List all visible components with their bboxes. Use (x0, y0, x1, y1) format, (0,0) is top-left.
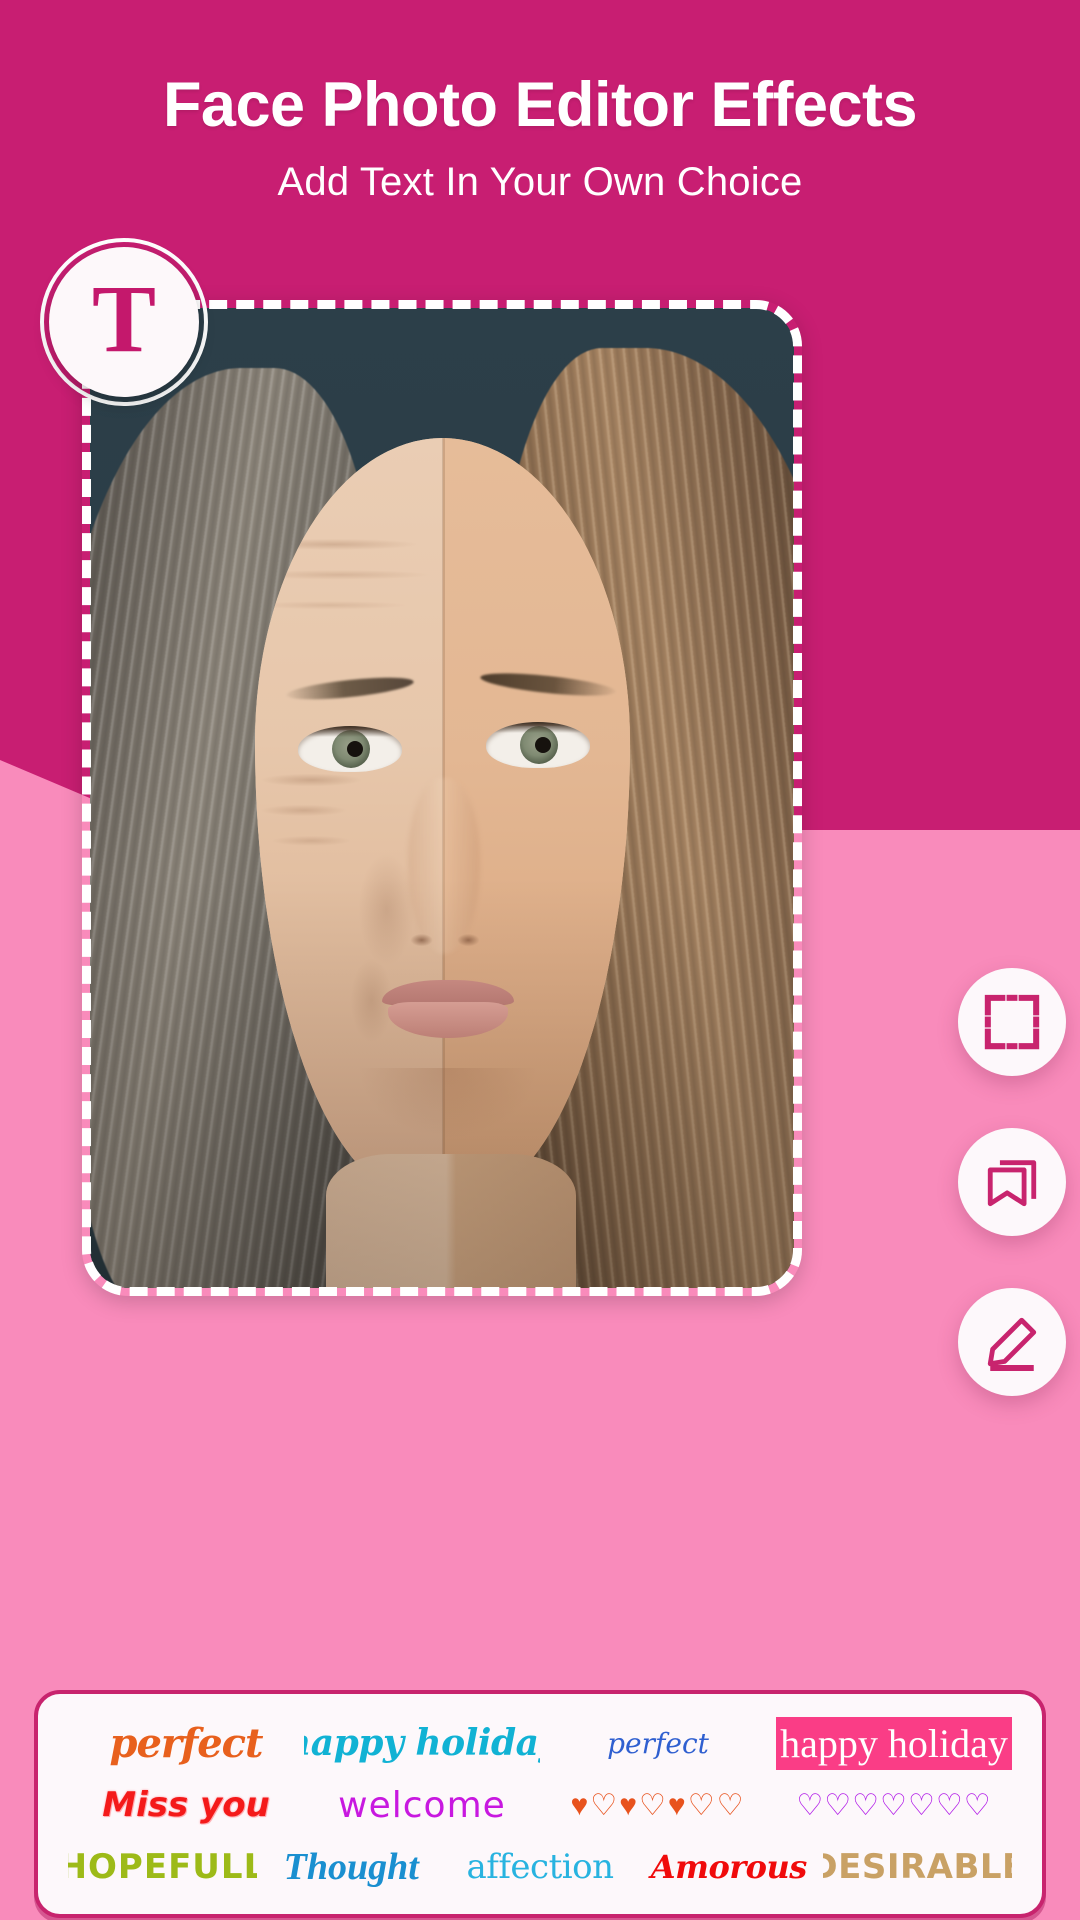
preset-item[interactable]: perfect (540, 1727, 776, 1760)
sticker-tool-button[interactable] (958, 1128, 1066, 1236)
pencil-edit-icon (983, 1313, 1041, 1371)
app-screen: Face Photo Editor Effects Add Text In Yo… (0, 0, 1080, 1920)
add-text-button[interactable]: T (40, 238, 208, 406)
text-tool-icon: T (91, 265, 157, 372)
preset-label: DESIRABLE (823, 1847, 1012, 1887)
preset-item[interactable]: HOPEFULL (68, 1847, 257, 1887)
preset-item[interactable]: welcome (304, 1785, 540, 1826)
preset-label: ♡♡♡♡♡♡♡ (796, 1788, 992, 1822)
preset-item[interactable]: perfect (68, 1720, 304, 1767)
crop-icon (983, 993, 1041, 1051)
preset-item[interactable]: happy holiday (304, 1722, 540, 1764)
preset-row: Miss you welcome ♥♡♥♡♥♡♡ ♡♡♡♡♡♡♡ (68, 1774, 1012, 1836)
preset-item[interactable]: ♡♡♡♡♡♡♡ (776, 1788, 1012, 1823)
preset-label: perfect (607, 1726, 709, 1760)
edit-tool-button[interactable] (958, 1288, 1066, 1396)
preset-label: welcome (338, 1784, 506, 1826)
preset-label: happy holiday (304, 1722, 540, 1764)
header: Face Photo Editor Effects Add Text In Yo… (0, 0, 1080, 205)
preset-label: perfect (109, 1719, 264, 1767)
preset-item[interactable]: DESIRABLE (823, 1847, 1012, 1887)
crop-tool-button[interactable] (958, 968, 1066, 1076)
preset-row: perfect happy holiday perfect happy holi… (68, 1712, 1012, 1774)
add-text-circle: T (49, 247, 199, 397)
preset-item[interactable]: Amorous (634, 1848, 823, 1886)
preset-label: HOPEFULL (68, 1847, 257, 1887)
preset-item[interactable]: ♥♡♥♡♥♡♡ (540, 1788, 776, 1823)
preset-label: Thought (283, 1846, 419, 1888)
preset-label: ♥♡♥♡♥♡♡ (570, 1788, 746, 1822)
preset-label: happy holiday (776, 1716, 1012, 1770)
preset-row: HOPEFULL Thought affection Amorous DESIR… (68, 1836, 1012, 1898)
preset-item[interactable]: happy holiday (776, 1716, 1012, 1770)
preset-label: Amorous (650, 1848, 808, 1886)
preset-item[interactable]: Miss you (68, 1785, 304, 1825)
text-presets-panel[interactable]: perfect happy holiday perfect happy holi… (34, 1690, 1046, 1918)
preset-item[interactable]: affection (446, 1847, 635, 1887)
page-title: Face Photo Editor Effects (162, 70, 918, 140)
page-subtitle: Add Text In Your Own Choice (277, 160, 803, 205)
bookmark-sticker-icon (983, 1153, 1041, 1211)
preset-label: affection (466, 1847, 614, 1887)
preset-label: Miss you (102, 1785, 270, 1825)
preset-item[interactable]: Thought (257, 1845, 446, 1889)
photo-selection-frame[interactable] (82, 300, 802, 1296)
